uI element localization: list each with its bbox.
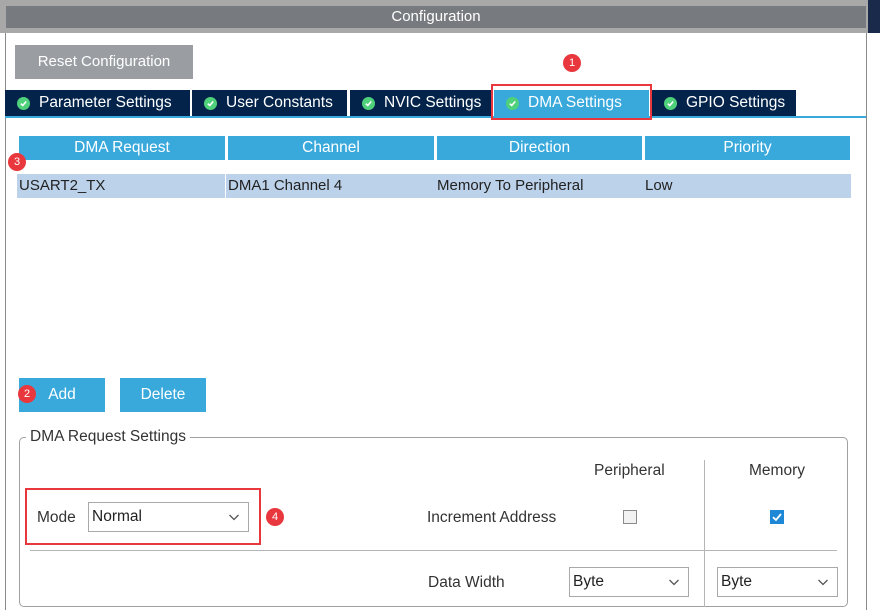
annotation-badge-2: 2 — [18, 385, 36, 403]
increment-address-label: Increment Address — [427, 509, 557, 526]
title-bar-edge — [868, 0, 880, 33]
delete-button[interactable]: Delete — [120, 378, 206, 412]
memory-column-label: Memory — [749, 462, 805, 479]
panel-border-right — [866, 33, 867, 610]
tab-nvic-settings[interactable]: NVIC Settings — [350, 90, 491, 116]
column-header-channel[interactable]: Channel — [228, 136, 434, 160]
annotation-badge-4: 4 — [266, 508, 284, 526]
peripheral-column-label: Peripheral — [594, 462, 665, 479]
checkmark-icon — [772, 513, 782, 522]
highlight-mode — [25, 488, 261, 545]
chevron-down-icon — [669, 579, 679, 586]
title-bar: Configuration — [0, 0, 880, 33]
check-circle-icon — [204, 96, 217, 110]
annotation-badge-3: 3 — [8, 153, 26, 171]
cell-priority[interactable]: Low — [643, 174, 851, 198]
check-circle-icon — [362, 96, 375, 110]
group-legend: DMA Request Settings — [26, 428, 190, 446]
peripheral-data-width-select[interactable]: Byte — [569, 567, 689, 597]
check-circle-icon — [664, 96, 677, 110]
tab-parameter-settings[interactable]: Parameter Settings — [5, 90, 190, 116]
tab-user-constants[interactable]: User Constants — [192, 90, 347, 116]
reset-configuration-button[interactable]: Reset Configuration — [15, 45, 193, 79]
tab-underline — [5, 116, 866, 118]
settings-row-divider — [30, 550, 837, 551]
column-header-dma-request[interactable]: DMA Request — [19, 136, 225, 160]
cell-direction[interactable]: Memory To Peripheral — [435, 174, 643, 198]
memory-increment-checkbox[interactable] — [770, 510, 784, 524]
column-header-direction[interactable]: Direction — [437, 136, 642, 160]
column-header-priority[interactable]: Priority — [645, 136, 850, 160]
annotation-badge-1: 1 — [563, 54, 581, 72]
panel-border-left — [5, 33, 6, 610]
peripheral-increment-checkbox[interactable] — [623, 510, 637, 524]
tab-label: GPIO Settings — [686, 94, 786, 111]
memory-data-width-select[interactable]: Byte — [717, 567, 838, 597]
memory-width-value: Byte — [721, 573, 753, 590]
tab-label: NVIC Settings — [384, 94, 482, 111]
cell-dma-request[interactable]: USART2_TX — [17, 174, 225, 198]
tab-label: Parameter Settings — [39, 94, 172, 111]
data-width-label: Data Width — [428, 574, 505, 591]
cell-channel[interactable]: DMA1 Channel 4 — [226, 174, 435, 198]
check-circle-icon — [17, 96, 30, 110]
chevron-down-icon — [818, 579, 828, 586]
tab-gpio-settings[interactable]: GPIO Settings — [652, 90, 796, 116]
peripheral-width-value: Byte — [573, 573, 605, 590]
column-divider — [704, 460, 705, 607]
tab-label: User Constants — [226, 94, 333, 111]
highlight-dma-tab — [491, 84, 652, 120]
window-title: Configuration — [6, 6, 866, 28]
